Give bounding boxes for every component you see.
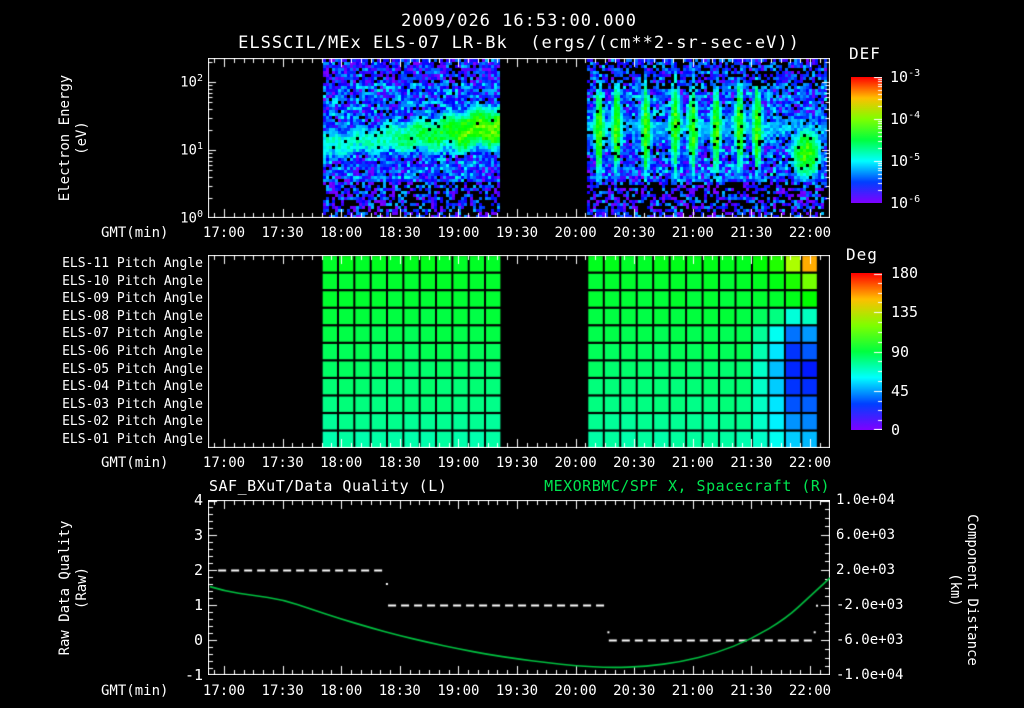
- x-tick-label: 21:30: [730, 683, 773, 699]
- instrument-title: ELSSCIL/MEx ELS-07 LR-Bk (ergs/(cm**2-sr…: [238, 33, 800, 53]
- x-tick-label: 17:30: [261, 225, 304, 241]
- x-tick-label: 17:30: [261, 455, 304, 471]
- spectrogram-y-tick-label: 101: [180, 141, 203, 159]
- pitch-angle-row-label: ELS-03 Pitch Angle: [62, 396, 203, 412]
- distance-series-title: MEXORBMC/SPF X, Spacecraft (R): [544, 477, 830, 495]
- pitch-angle-row-label: ELS-04 Pitch Angle: [62, 379, 203, 395]
- distance-y-tick-label: -2.0e+03: [836, 597, 904, 613]
- x-tick-label: 17:00: [202, 455, 246, 471]
- x-tick-label: 18:00: [320, 225, 363, 241]
- spectrogram-y-tick-label: 102: [180, 73, 203, 91]
- deg-colorbar: [851, 273, 882, 430]
- def-colorbar-tick-label: 10-5: [890, 152, 921, 170]
- quality-y-tick-label: 2: [193, 561, 203, 579]
- x-tick-label: 17:00: [202, 683, 246, 699]
- x-tick-label: 19:00: [437, 683, 480, 699]
- distance-y-tick-label: 1.0e+04: [836, 492, 896, 508]
- def-colorbar-tick-label: 10-6: [890, 194, 921, 212]
- x-tick-label: 19:00: [437, 225, 480, 241]
- x-tick-label: 21:00: [671, 455, 714, 471]
- x-tick-label: 18:00: [320, 455, 363, 471]
- deg-colorbar-tick-label: 0: [891, 421, 901, 439]
- spectrogram-y-axis-label: Electron Energy (eV): [57, 75, 91, 201]
- pitch-angle-row-label: ELS-10 Pitch Angle: [62, 273, 203, 289]
- spectrogram-gmt-label: GMT(min): [101, 225, 169, 241]
- pitch-angle-row-label: ELS-09 Pitch Angle: [62, 291, 203, 307]
- pitch-angle-row-label: ELS-01 Pitch Angle: [62, 431, 203, 447]
- x-tick-label: 20:30: [613, 455, 656, 471]
- distance-y-tick-label: -6.0e+03: [836, 632, 904, 648]
- distance-y-axis-label: Component Distance (km): [946, 514, 980, 666]
- deg-colorbar-tick-label: 180: [891, 264, 919, 282]
- x-tick-label: 22:00: [788, 225, 832, 241]
- x-tick-label: 22:00: [788, 455, 832, 471]
- distance-y-tick-label: 6.0e+03: [836, 527, 896, 543]
- deg-colorbar-tick-label: 45: [891, 381, 910, 400]
- plot-stage: 2009/026 16:53:00.000 ELSSCIL/MEx ELS-07…: [0, 0, 1024, 708]
- x-tick-label: 17:30: [261, 683, 304, 699]
- timestamp-title: 2009/026 16:53:00.000: [401, 11, 637, 31]
- pitch-angle-row-label: ELS-05 Pitch Angle: [62, 361, 203, 377]
- pitch-angle-row-label: ELS-07 Pitch Angle: [62, 326, 203, 342]
- x-tick-label: 20:30: [613, 225, 656, 241]
- deg-colorbar-tick-label: 135: [891, 303, 919, 322]
- distance-y-axis-label-line2: (km): [947, 573, 963, 607]
- spectrogram-y-tick-label: 100: [180, 209, 203, 227]
- quality-distance-canvas: [208, 500, 830, 675]
- x-tick-label: 21:30: [730, 455, 773, 471]
- x-tick-label: 21:30: [730, 225, 773, 241]
- x-tick-label: 20:00: [554, 225, 597, 241]
- def-colorbar-title: DEF: [849, 44, 881, 63]
- deg-colorbar-title: Deg: [846, 245, 878, 264]
- distance-y-tick-label: -1.0e+04: [836, 667, 904, 683]
- x-tick-label: 19:00: [437, 455, 480, 471]
- x-tick-label: 18:30: [378, 683, 421, 699]
- x-tick-label: 19:30: [495, 455, 539, 471]
- pitch-angle-row-label: ELS-08 Pitch Angle: [62, 308, 203, 324]
- quality-y-tick-label: 0: [193, 631, 203, 649]
- x-tick-label: 19:30: [495, 225, 539, 241]
- x-tick-label: 21:00: [671, 683, 714, 699]
- quality-y-tick-label: 3: [193, 526, 203, 544]
- electron-spectrogram-canvas: [208, 58, 830, 218]
- quality-y-tick-label: 4: [193, 491, 203, 509]
- pitch-angle-row-label: ELS-02 Pitch Angle: [62, 414, 203, 430]
- pitch-angle-row-label: ELS-11 Pitch Angle: [62, 256, 203, 272]
- distance-y-tick-label: 2.0e+03: [836, 562, 896, 578]
- pitch-angle-row-label: ELS-06 Pitch Angle: [62, 344, 203, 360]
- def-colorbar: [851, 77, 882, 203]
- quality-y-axis-label-line1: Raw Data Quality: [57, 520, 73, 656]
- spectrogram-y-axis-label-line2: (eV): [74, 121, 90, 155]
- pitch-gmt-label: GMT(min): [101, 455, 169, 471]
- quality-y-axis-label: Raw Data Quality (Raw): [57, 521, 91, 656]
- x-tick-label: 22:00: [788, 683, 832, 699]
- quality-y-tick-label: 1: [193, 596, 203, 614]
- x-tick-label: 19:30: [495, 683, 539, 699]
- def-colorbar-tick-label: 10-3: [890, 68, 921, 86]
- x-tick-label: 20:00: [554, 455, 597, 471]
- x-tick-label: 17:00: [202, 225, 246, 241]
- distance-y-axis-label-line1: Component Distance: [964, 514, 980, 666]
- quality-y-axis-label-line2: (Raw): [74, 566, 90, 610]
- spectrogram-y-axis-label-line1: Electron Energy: [57, 74, 73, 202]
- x-tick-label: 21:00: [671, 225, 714, 241]
- quality-y-tick-label: -1: [184, 666, 203, 684]
- x-tick-label: 18:30: [378, 225, 421, 241]
- def-colorbar-tick-label: 10-4: [890, 110, 921, 128]
- x-tick-label: 18:00: [320, 683, 363, 699]
- quality-gmt-label: GMT(min): [101, 683, 169, 699]
- x-tick-label: 20:30: [613, 683, 656, 699]
- x-tick-label: 20:00: [554, 683, 597, 699]
- pitch-angle-grid-canvas: [208, 255, 830, 448]
- x-tick-label: 18:30: [378, 455, 421, 471]
- deg-colorbar-tick-label: 90: [891, 342, 910, 361]
